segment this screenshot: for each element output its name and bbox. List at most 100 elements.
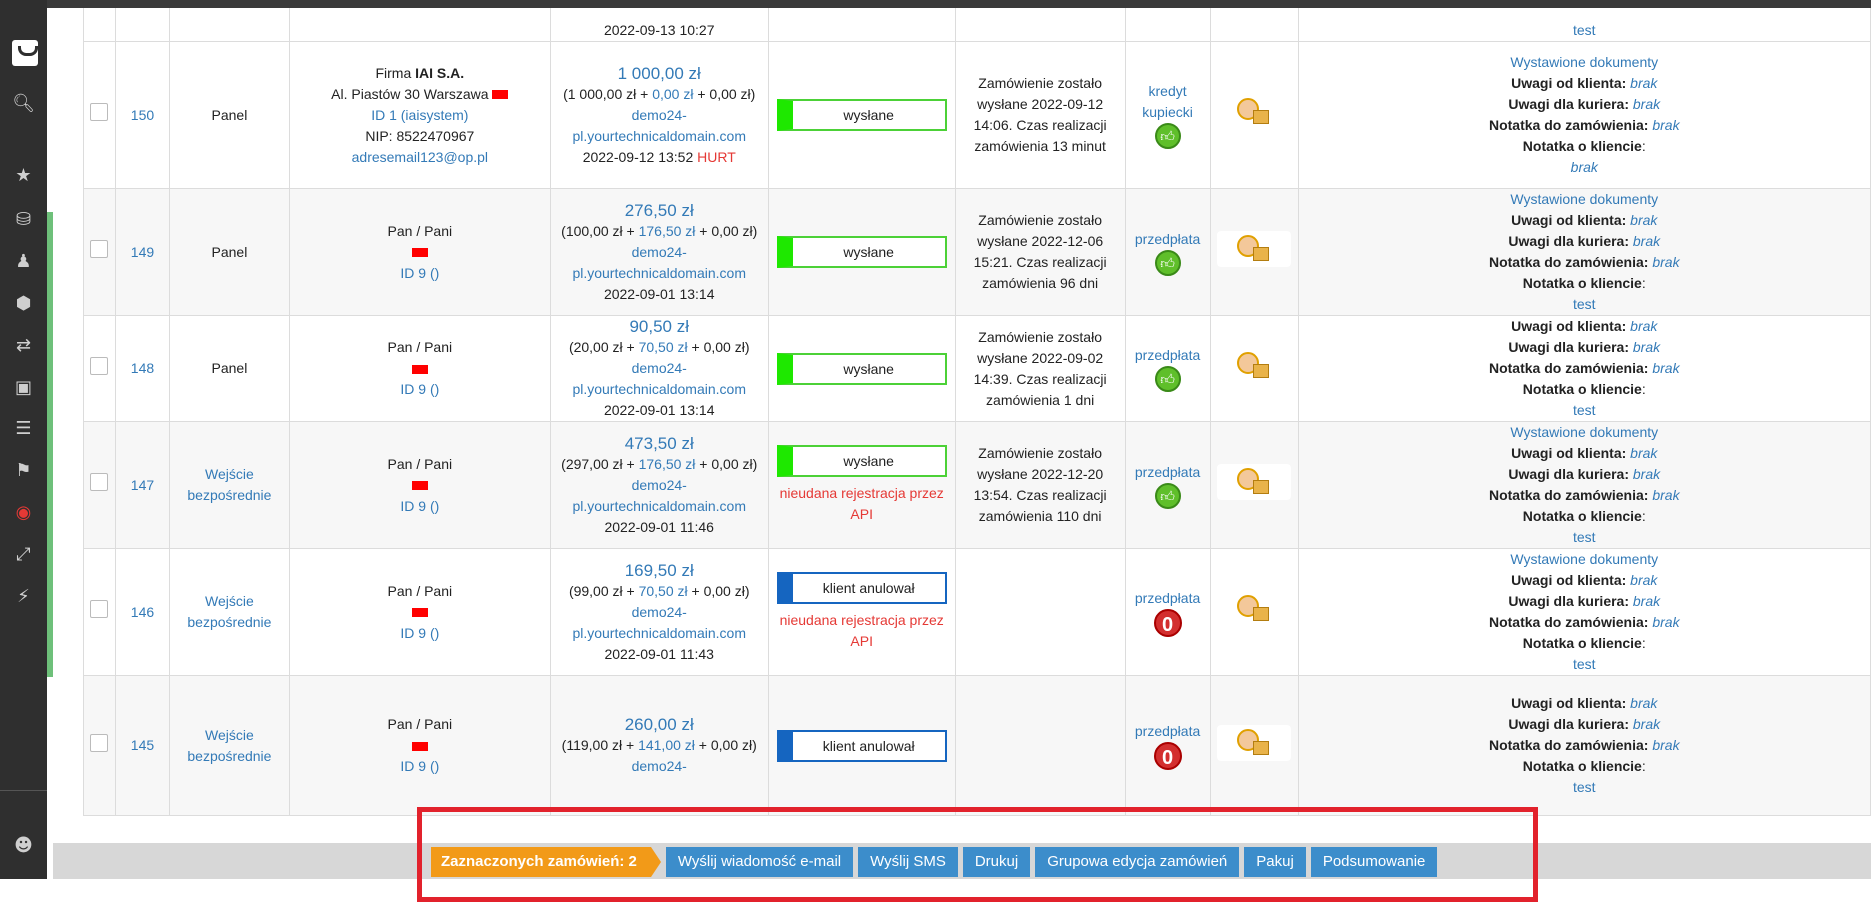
courier-icon[interactable] — [1217, 347, 1292, 384]
client-note-value[interactable]: test — [1303, 654, 1866, 675]
client-note-label: Notatka o kliencie — [1522, 635, 1642, 651]
status-badge[interactable]: wysłane — [776, 352, 947, 385]
select-cell — [83, 675, 116, 816]
box-icon[interactable]: ⬢ — [0, 290, 47, 318]
payment-method[interactable]: przedpłata — [1130, 345, 1206, 366]
client-id-link[interactable]: ID 1 (iaisystem) — [294, 105, 546, 126]
bolt-icon[interactable]: ⚡︎ — [0, 583, 47, 611]
camera-icon[interactable]: ▣ — [0, 374, 47, 402]
client-note-value[interactable]: test — [1303, 400, 1866, 421]
client-remarks-value: brak — [1630, 572, 1658, 588]
shop-domain-link[interactable]: demo24-pl.yourtechnicaldomain.com — [555, 105, 764, 147]
payment-method[interactable]: przedpłata — [1130, 229, 1206, 250]
payment-method[interactable]: przedpłata — [1130, 588, 1206, 609]
users-icon[interactable]: ♟ — [0, 248, 47, 276]
status-badge[interactable]: wysłane — [776, 99, 947, 131]
status-cell: klient anulował nieudana rejestracja prze… — [767, 548, 956, 676]
courier-icon[interactable] — [1217, 724, 1292, 761]
client-note-value[interactable]: test — [1297, 8, 1871, 42]
order-checkbox[interactable] — [90, 103, 109, 121]
order-info: Zamówienie zostało wysłane 2022-09-02 14… — [954, 315, 1126, 422]
shop-domain-link[interactable]: demo24-pl.yourtechnicaldomain.com — [555, 475, 764, 517]
order-checkbox[interactable] — [90, 356, 109, 375]
order-id-link[interactable]: 150 — [114, 41, 170, 189]
client-note-value[interactable]: test — [1303, 527, 1866, 548]
layers-icon[interactable]: ☰ — [0, 415, 47, 443]
shop-domain-link[interactable]: demo24-pl.yourtechnicaldomain.com — [555, 602, 764, 644]
courier-icon[interactable] — [1217, 464, 1292, 500]
issued-documents-link[interactable]: Wystawione dokumenty — [1303, 422, 1866, 443]
status-badge[interactable]: klient anulował — [776, 729, 947, 762]
logo-icon[interactable] — [12, 40, 38, 66]
client-remarks-label: Uwagi od klienta: — [1511, 445, 1627, 461]
order-checkbox[interactable] — [90, 240, 109, 258]
order-date: 2022-09-12 13:52 HURT — [582, 148, 736, 165]
payment-method[interactable]: przedpłata — [1130, 721, 1206, 742]
coins-icon[interactable]: ⛁ — [0, 206, 47, 234]
order-id-link[interactable]: 146 — [114, 548, 170, 676]
issued-documents-link[interactable]: Wystawione dokumenty — [1303, 189, 1866, 210]
status-badge[interactable]: klient anulował — [776, 572, 947, 604]
status-badge[interactable]: wysłane — [776, 236, 947, 268]
client-remarks-value: brak — [1630, 75, 1658, 91]
notes-cell: Wystawione dokumenty Uwagi od klienta: br… — [1297, 548, 1871, 676]
client-id-link[interactable]: ID 9 () — [294, 379, 546, 400]
amount-cell: 169,50 zł (99,00 zł + 70,50 zł + 0,00 zł)… — [549, 548, 769, 676]
order-checkbox[interactable] — [90, 600, 109, 618]
client-id-link[interactable]: ID 9 () — [294, 263, 546, 284]
star-icon[interactable]: ★ — [0, 162, 47, 190]
amount-breakdown: (20,00 zł + 70,50 zł + 0,00 zł) — [568, 339, 750, 355]
client-email[interactable]: adresemail123@op.pl — [294, 147, 546, 168]
client-salutation: Pan / Pani — [387, 582, 453, 599]
amount-breakdown: (1 000,00 zł + 0,00 zł + 0,00 zł) — [563, 85, 756, 102]
client-id-link[interactable]: ID 9 () — [294, 496, 546, 517]
send-email-button[interactable]: Wyślij wiadomość e-mail — [665, 847, 854, 877]
globe-icon[interactable]: ◉ — [0, 499, 47, 527]
print-button[interactable]: Drukuj — [962, 847, 1031, 877]
payment-method[interactable]: przedpłata — [1130, 462, 1206, 483]
tags-icon[interactable]: ⚑ — [0, 457, 47, 485]
user-circle-icon[interactable]: ☻ — [0, 832, 47, 860]
shop-domain-link[interactable]: demo24-pl.yourtechnicaldomain.com — [555, 358, 764, 400]
payment-method[interactable]: kredyt kupiecki — [1130, 81, 1206, 123]
flag-icon — [411, 248, 428, 258]
send-sms-button[interactable]: Wyślij SMS — [858, 847, 958, 877]
orders-list: 2022-09-13 10:27 test 150 Panel Firma IAI … — [53, 8, 1871, 843]
order-id-link[interactable]: 149 — [114, 188, 170, 316]
courier-icon[interactable] — [1217, 231, 1292, 267]
issued-documents-link[interactable]: Wystawione dokumenty — [1303, 52, 1866, 73]
status-error: nieudana rejestracja przez API — [779, 485, 944, 522]
search-icon[interactable]: 🔍︎ — [0, 90, 47, 118]
order-note-value: brak — [1652, 254, 1680, 270]
issued-documents-link[interactable]: Wystawione dokumenty — [1303, 549, 1866, 570]
expand-icon[interactable]: ⤢ — [0, 541, 47, 569]
client-note-value[interactable]: test — [1303, 777, 1866, 798]
order-note-label: Notatka do zamówienia: — [1488, 117, 1649, 133]
order-id-link[interactable]: 148 — [114, 315, 170, 422]
group-edit-button[interactable]: Grupowa edycja zamówień — [1035, 847, 1240, 877]
courier-remarks-value: brak — [1632, 339, 1661, 355]
summary-button[interactable]: Podsumowanie — [1310, 847, 1438, 877]
order-info: Zamówienie zostało wysłane 2022-12-20 13… — [954, 421, 1126, 549]
order-checkbox[interactable] — [90, 733, 109, 752]
order-source: Panel — [168, 315, 290, 422]
routes-icon[interactable]: ⇄ — [0, 332, 47, 360]
client-id-link[interactable]: ID 9 () — [294, 623, 546, 644]
pack-button[interactable]: Pakuj — [1244, 847, 1306, 877]
status-badge[interactable]: wysłane — [776, 445, 947, 477]
order-checkbox[interactable] — [90, 473, 109, 491]
shop-domain-link[interactable]: demo24-pl.yourtechnicaldomain.com — [555, 242, 764, 284]
courier-icon[interactable] — [1217, 94, 1292, 130]
order-total: 169,50 zł — [624, 560, 694, 580]
shop-domain-link[interactable]: demo24- — [555, 756, 764, 777]
client-remarks-value: brak — [1630, 695, 1658, 711]
client-note-value[interactable]: test — [1303, 294, 1866, 315]
order-id-link[interactable]: 147 — [114, 421, 170, 549]
client-id-link[interactable]: ID 9 () — [294, 756, 546, 777]
flag-icon — [411, 608, 428, 618]
amount-cell: 90,50 zł (20,00 zł + 70,50 zł + 0,00 zł) d… — [549, 315, 769, 422]
order-id-link[interactable]: 145 — [114, 675, 170, 816]
order-note-value: brak — [1652, 737, 1680, 753]
client-salutation: Pan / Pani — [387, 339, 453, 355]
courier-icon[interactable] — [1217, 591, 1292, 627]
